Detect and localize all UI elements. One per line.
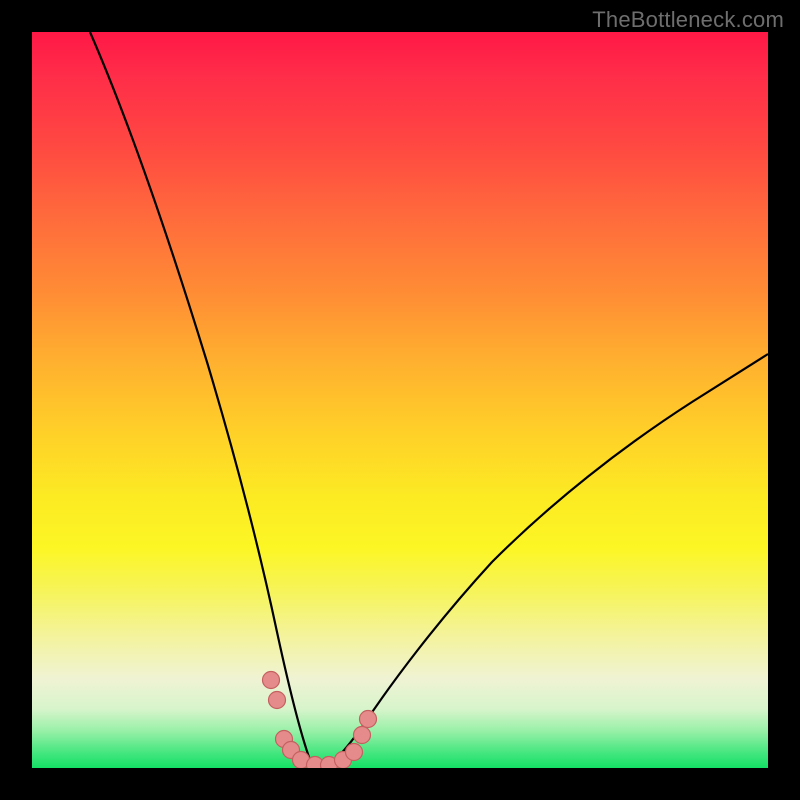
curve-left <box>90 32 322 768</box>
chart-svg <box>32 32 768 768</box>
marker-dot <box>263 672 280 689</box>
marker-dot <box>269 692 286 709</box>
curve-right <box>322 354 768 768</box>
chart-root: TheBottleneck.com <box>0 0 800 800</box>
watermark-text: TheBottleneck.com <box>592 7 784 33</box>
marker-dot <box>354 727 371 744</box>
plot-area <box>32 32 768 768</box>
marker-dot <box>346 744 363 761</box>
marker-dot <box>360 711 377 728</box>
markers-group <box>263 672 377 769</box>
